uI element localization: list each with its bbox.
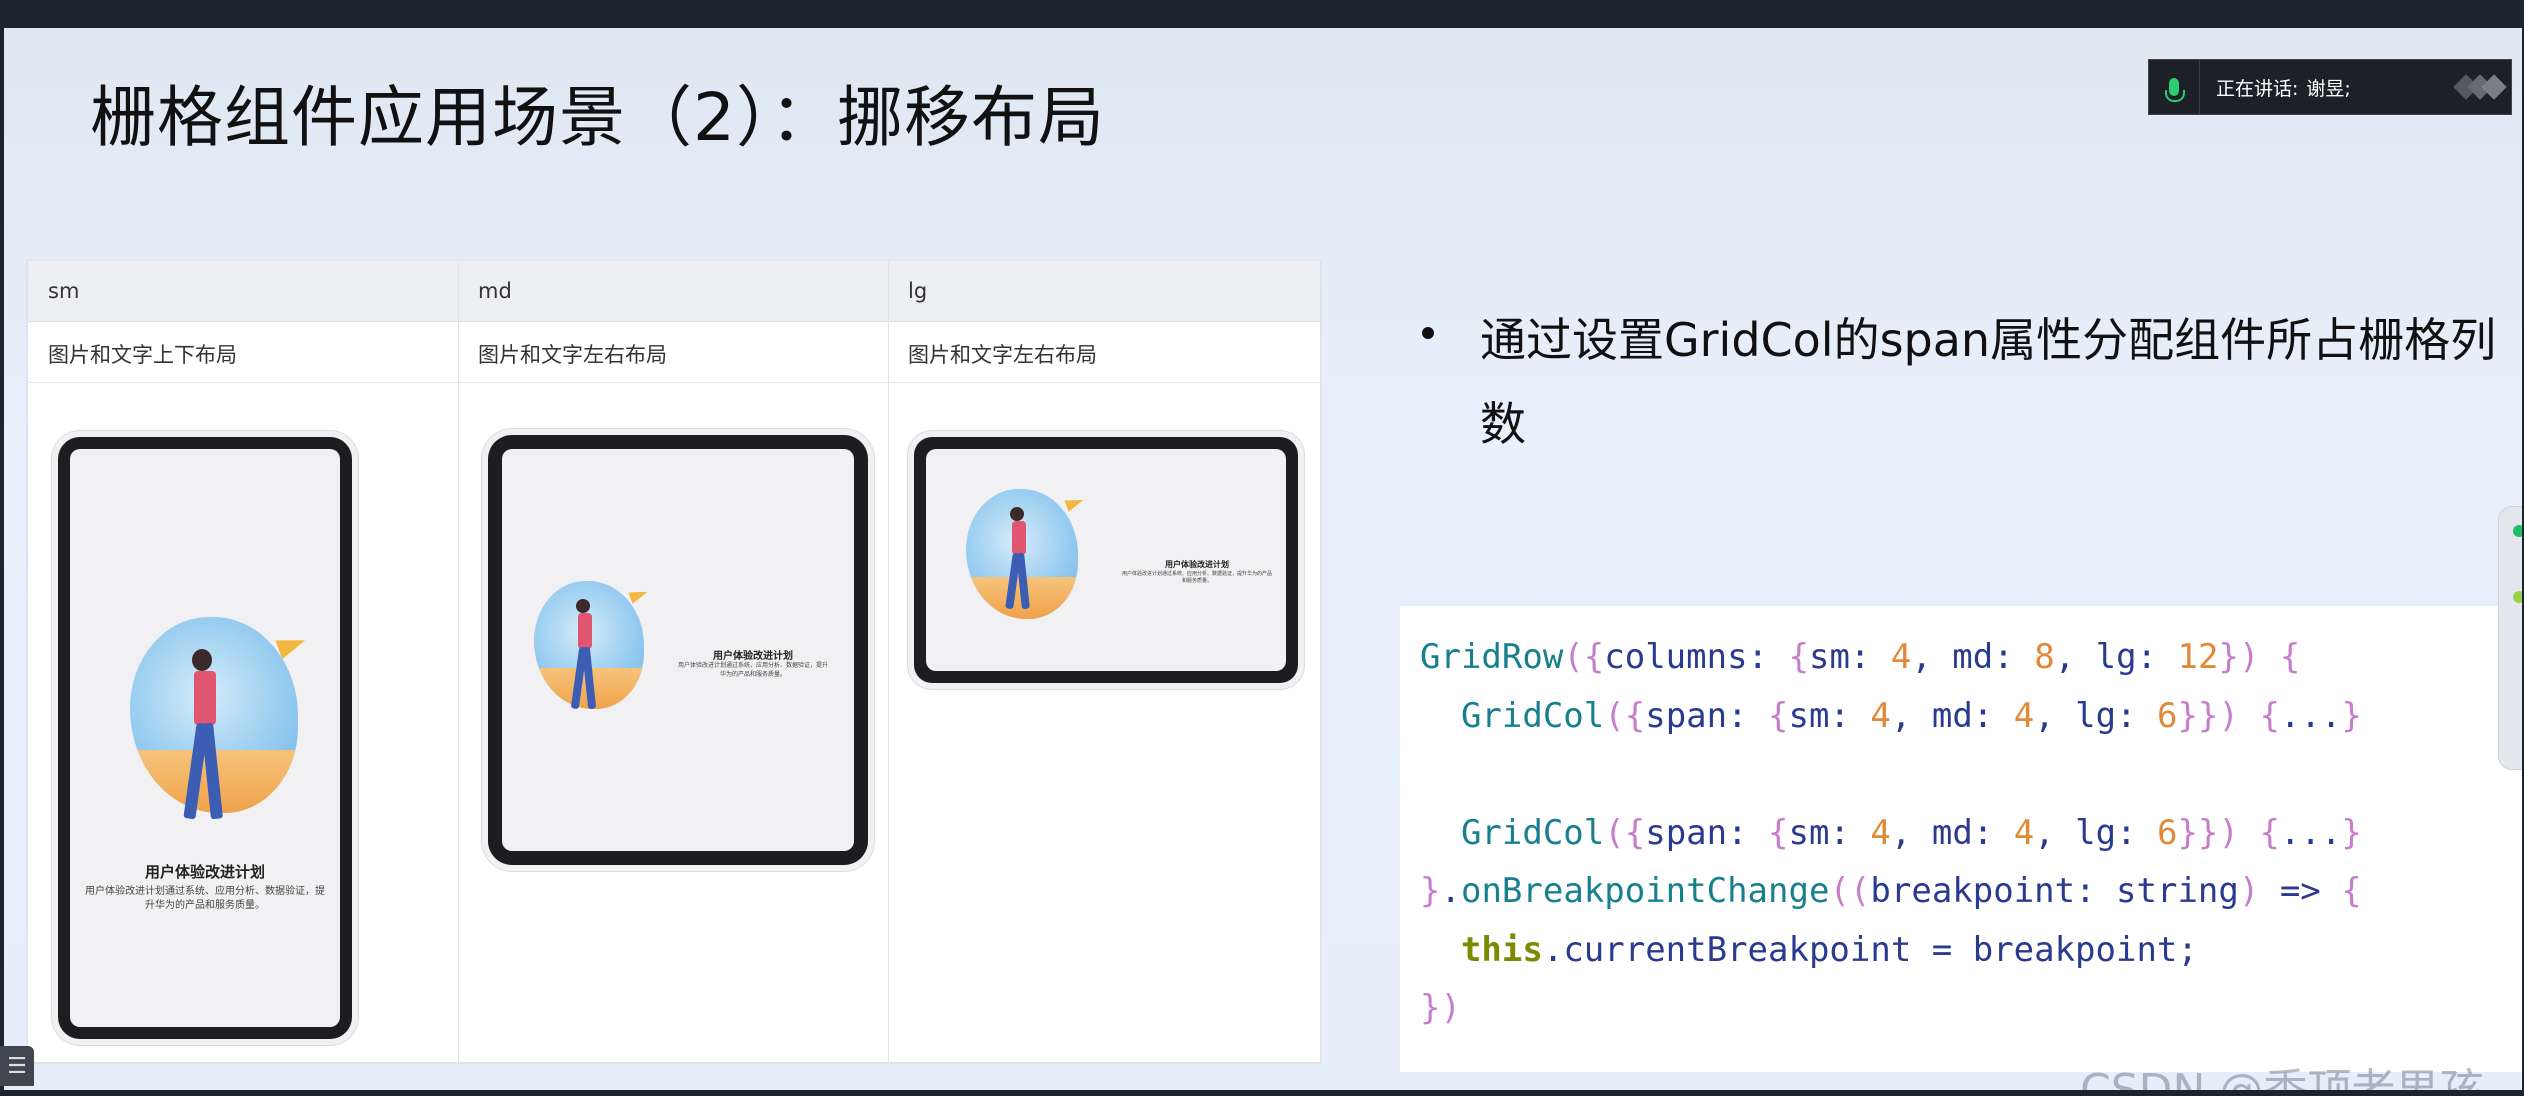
code-line: }) <box>1420 988 1461 1028</box>
layout-table: sm md lg 图片和文字上下布局 图片和文字左右布局 图片和文字左右布局 用… <box>26 259 1322 1064</box>
tablet-portrait-mockup: 用户体验改进计划 用户体验改进计划通过系统、应用分析、数据验证，提升华为的产品和… <box>488 435 868 865</box>
phone-mockup: 用户体验改进计划 用户体验改进计划通过系统、应用分析、数据验证，提升华为的产品和… <box>58 437 352 1039</box>
watermark: CSDN @秃顶老男孩. <box>2080 1054 2497 1090</box>
code-block: GridRow({columns: {sm: 4, md: 8, lg: 12}… <box>1400 606 2522 1072</box>
desc-sm: 图片和文字上下布局 <box>48 343 237 367</box>
menu-icon[interactable]: ☰ <box>0 1046 34 1086</box>
desc-lg: 图片和文字左右布局 <box>908 343 1097 367</box>
code-line: this.currentBreakpoint = breakpoint; <box>1460 929 2198 970</box>
bullet-dot <box>1422 327 1434 339</box>
speaking-indicator: 正在讲话: 谢昱; <box>2148 59 2512 115</box>
device-title-md: 用户体验改进计划 <box>713 651 793 662</box>
device-title-sm: 用户体验改进计划 <box>144 863 265 881</box>
speaking-label: 正在讲话: <box>2216 77 2299 100</box>
slide-title: 栅格组件应用场景（2）：挪移布局 <box>90 79 1105 156</box>
speaker-name: 谢昱; <box>2306 77 2351 100</box>
code-line: GridCol({span: {sm: 4, md: 4, lg: 6}}) {… <box>1460 695 2362 736</box>
logo-icon <box>2451 72 2507 102</box>
header-lg: lg <box>908 279 928 303</box>
code-line: GridCol({span: {sm: 4, md: 4, lg: 6}}) {… <box>1460 812 2362 853</box>
slide: 栅格组件应用场景（2）：挪移布局 正在讲话: 谢昱; sm md lg 图片和文… <box>4 28 2522 1090</box>
header-md: md <box>478 279 512 303</box>
header-sm: sm <box>48 279 80 303</box>
device-text-md: 用户体验改进计划通过系统、应用分析、数据验证，提升华为的产品和服务质量。 <box>678 662 829 678</box>
microphone-icon <box>2149 60 2200 114</box>
table-header-row <box>28 261 1320 322</box>
device-text-sm: 用户体验改进计划通过系统、应用分析、数据验证，提升华为的产品和服务质量。 <box>85 886 325 911</box>
device-title-lg: 用户体验改进计划 <box>1165 560 1229 569</box>
code-line: GridRow({columns: {sm: 4, md: 8, lg: 12}… <box>1420 637 2301 677</box>
code-line: }.onBreakpointChange((breakpoint: string… <box>1420 871 2362 911</box>
device-text-lg: 用户体验改进计划通过系统、应用分析、数据验证，提升华为的产品和服务质量。 <box>1122 571 1273 584</box>
side-toolbar[interactable] <box>2498 506 2522 770</box>
tablet-landscape-mockup: 用户体验改进计划 用户体验改进计划通过系统、应用分析、数据验证，提升华为的产品和… <box>914 437 1298 683</box>
bullet-text: 通过设置GridCol的span属性分配组件所占栅格列数 <box>1480 313 2497 451</box>
desc-md: 图片和文字左右布局 <box>478 343 667 367</box>
